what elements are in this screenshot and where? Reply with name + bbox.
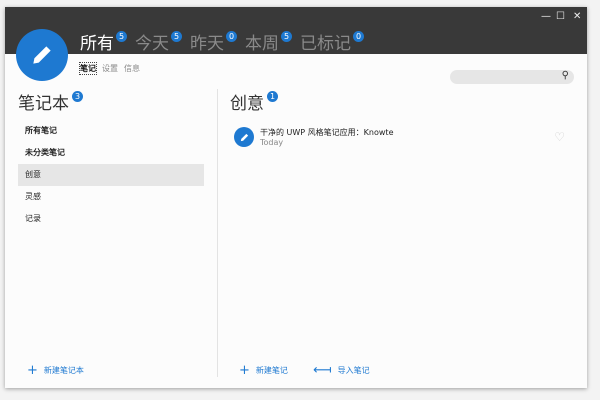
search-icon[interactable]: ⚲ xyxy=(562,70,569,81)
notebook-item[interactable]: 创意 xyxy=(18,164,204,186)
notebook-item[interactable]: 未分类笔记 xyxy=(18,142,204,164)
tab-label: 已标记 xyxy=(300,29,351,54)
button-label: 新建笔记本 xyxy=(44,365,84,376)
notebook-item[interactable]: 所有笔记 xyxy=(18,120,204,142)
tab-label: 昨天 xyxy=(190,29,224,54)
tab-flagged[interactable]: 已标记0 xyxy=(300,29,364,54)
search-input[interactable]: ⚲ xyxy=(450,70,574,84)
plus-icon: + xyxy=(27,363,38,378)
count-badge: 5 xyxy=(171,31,182,42)
notebook-item[interactable]: 灵感 xyxy=(18,186,204,208)
count-badge: 1 xyxy=(267,91,278,102)
notes-title: 创意1 xyxy=(230,89,278,114)
maximize-button[interactable]: ☐ xyxy=(556,11,565,22)
import-arrow-icon: ⟻ xyxy=(313,363,332,378)
count-badge: 0 xyxy=(226,31,237,42)
filter-tabs: 所有5 今天5 昨天0 本周5 已标记0 xyxy=(80,29,364,54)
notebook-item[interactable]: 记录 xyxy=(18,208,204,230)
notebooks-title: 笔记本3 xyxy=(18,89,83,114)
divider xyxy=(217,89,218,377)
tab-all[interactable]: 所有5 xyxy=(80,29,127,54)
tab-label: 本周 xyxy=(245,29,279,54)
close-button[interactable]: ✕ xyxy=(573,11,581,22)
app-window: — ☐ ✕ 所有5 今天5 昨天0 本周5 已标记0 笔记 设置 信息 ⚲ 笔记… xyxy=(5,7,587,388)
tab-yesterday[interactable]: 昨天0 xyxy=(190,29,237,54)
subnav-settings[interactable]: 设置 xyxy=(102,63,118,74)
count-badge: 5 xyxy=(281,31,292,42)
count-badge: 3 xyxy=(72,91,83,102)
sub-nav: 笔记 设置 信息 xyxy=(80,63,140,74)
note-date: Today xyxy=(260,138,394,147)
tab-label: 今天 xyxy=(135,29,169,54)
subnav-info[interactable]: 信息 xyxy=(124,63,140,74)
heading: 创意 xyxy=(230,89,264,114)
new-note-button[interactable]: + 新建笔记 xyxy=(239,363,288,378)
plus-icon: + xyxy=(239,363,250,378)
notebook-list: 所有笔记 未分类笔记 创意 灵感 记录 xyxy=(18,120,204,230)
heading: 笔记本 xyxy=(18,89,69,114)
new-notebook-button[interactable]: + 新建笔记本 xyxy=(27,363,84,378)
import-note-button[interactable]: ⟻ 导入笔记 xyxy=(313,363,370,378)
note-item[interactable]: 干净的 UWP 风格笔记应用：KnowteToday ♡ xyxy=(234,124,579,150)
button-label: 新建笔记 xyxy=(256,365,288,376)
app-logo-pencil-icon xyxy=(16,29,68,81)
subnav-notes[interactable]: 笔记 xyxy=(80,63,96,74)
heart-icon[interactable]: ♡ xyxy=(554,130,565,144)
count-badge: 5 xyxy=(116,31,127,42)
tab-today[interactable]: 今天5 xyxy=(135,29,182,54)
button-label: 导入笔记 xyxy=(338,365,370,376)
tab-label: 所有 xyxy=(80,29,114,54)
tab-this-week[interactable]: 本周5 xyxy=(245,29,292,54)
pencil-icon xyxy=(234,127,254,147)
note-title: 干净的 UWP 风格笔记应用：Knowte xyxy=(260,127,394,138)
count-badge: 0 xyxy=(353,31,364,42)
minimize-button[interactable]: — xyxy=(541,11,551,22)
